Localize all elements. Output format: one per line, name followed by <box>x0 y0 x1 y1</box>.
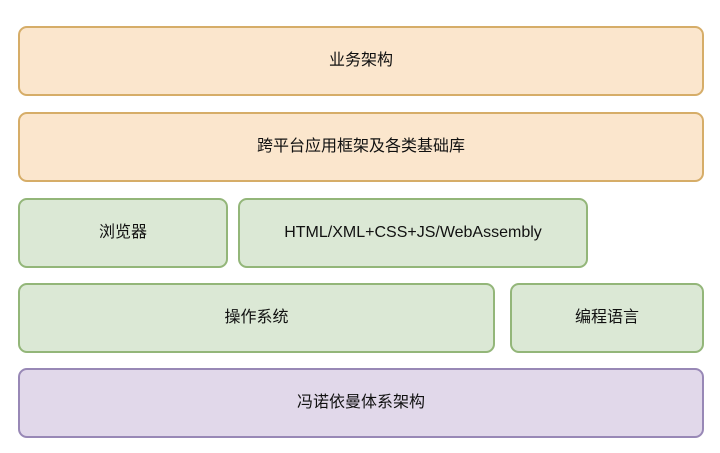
operating-system-layer: 操作系统 <box>18 283 495 353</box>
web-technologies-layer: HTML/XML+CSS+JS/WebAssembly <box>238 198 588 268</box>
framework-libraries-layer: 跨平台应用框架及各类基础库 <box>18 112 704 182</box>
von-neumann-architecture-layer: 冯诺依曼体系架构 <box>18 368 704 438</box>
business-architecture-label: 业务架构 <box>328 52 393 70</box>
operating-system-label: 操作系统 <box>224 309 289 327</box>
browser-label: 浏览器 <box>98 224 147 242</box>
von-neumann-architecture-label: 冯诺依曼体系架构 <box>296 394 425 412</box>
programming-language-layer: 编程语言 <box>510 283 704 353</box>
web-technologies-label: HTML/XML+CSS+JS/WebAssembly <box>284 224 542 242</box>
programming-language-label: 编程语言 <box>574 309 639 327</box>
business-architecture-layer: 业务架构 <box>18 26 704 96</box>
browser-layer: 浏览器 <box>18 198 228 268</box>
framework-libraries-label: 跨平台应用框架及各类基础库 <box>256 138 465 156</box>
architecture-diagram: 业务架构 跨平台应用框架及各类基础库 浏览器 HTML/XML+CSS+JS/W… <box>0 0 720 453</box>
